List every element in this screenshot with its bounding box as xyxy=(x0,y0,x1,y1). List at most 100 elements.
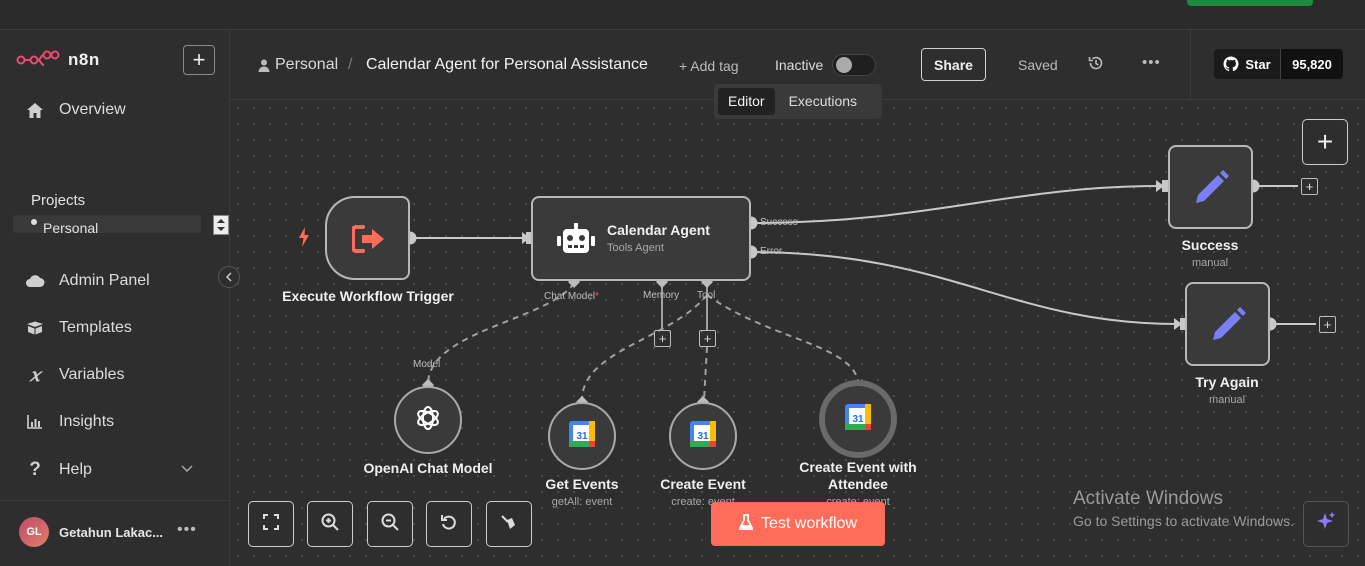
flask-icon xyxy=(738,513,753,535)
add-memory-button[interactable]: + xyxy=(654,330,671,347)
variable-icon: 𝑥 xyxy=(29,364,41,386)
sparkle-icon xyxy=(1315,511,1337,538)
add-after-success-button[interactable]: + xyxy=(1301,178,1318,195)
sidebar-item-label: Variables xyxy=(59,366,125,383)
ai-assistant-button[interactable] xyxy=(1303,501,1349,547)
project-label: Personal xyxy=(43,220,99,233)
node-execute-workflow-trigger[interactable] xyxy=(325,196,410,280)
projects-heading: Projects xyxy=(31,192,86,209)
windows-activation-watermark: Activate Windows Go to Settings to activ… xyxy=(1073,488,1294,529)
svg-text:31: 31 xyxy=(852,414,864,425)
port-memory-label: Memory xyxy=(643,290,680,301)
add-after-try-again-button[interactable]: + xyxy=(1319,316,1336,333)
node-get-events[interactable]: 31 xyxy=(548,402,616,470)
share-button[interactable]: Share xyxy=(921,48,986,81)
fullscreen-icon xyxy=(263,513,279,535)
connection-success xyxy=(750,185,1161,224)
avatar[interactable]: GL xyxy=(19,517,49,547)
sidebar-item-label: Overview xyxy=(59,101,126,118)
port-tool-label: Tool xyxy=(697,290,716,301)
test-workflow-button[interactable]: Test workflow xyxy=(711,502,885,546)
port-chat-model-label: Chat Model* xyxy=(544,291,600,302)
add-tool-button[interactable]: + xyxy=(699,330,716,347)
active-toggle[interactable] xyxy=(832,54,876,76)
add-node-button[interactable]: + xyxy=(1302,119,1348,165)
github-star-label: Star xyxy=(1245,56,1271,72)
github-star-button[interactable]: Star 95,820 xyxy=(1214,49,1343,79)
zoom-in-icon xyxy=(321,513,339,536)
sidebar-item-admin-panel[interactable]: Admin Panel xyxy=(25,271,150,291)
box-icon xyxy=(25,318,45,338)
tab-editor[interactable]: Editor xyxy=(718,88,775,115)
get-events-label: Get Events xyxy=(545,476,619,492)
openai-label: OpenAI Chat Model xyxy=(363,460,493,476)
collapse-sidebar-button[interactable] xyxy=(218,266,240,288)
reset-zoom-button[interactable] xyxy=(426,501,472,547)
more-icon[interactable]: ••• xyxy=(177,521,197,539)
github-star-count: 95,820 xyxy=(1281,49,1343,79)
try-again-label: Try Again xyxy=(1195,374,1259,390)
add-tag-link[interactable]: + Add tag xyxy=(679,58,739,74)
node-success[interactable] xyxy=(1168,145,1253,229)
connection-tool-attendee xyxy=(706,294,859,384)
sidebar: n8n + Overview Projects Personal Admin P… xyxy=(0,30,230,566)
node-create-event-with-attendee[interactable]: 31 xyxy=(819,380,897,458)
connection-tool-create xyxy=(703,346,708,401)
sidebar-item-templates[interactable]: Templates xyxy=(25,318,132,338)
connection-error xyxy=(750,251,1179,325)
editor-tabs: Editor Executions xyxy=(714,84,882,119)
zoom-out-button[interactable] xyxy=(367,501,413,547)
sidebar-item-label: Insights xyxy=(59,413,115,430)
tab-executions[interactable]: Executions xyxy=(779,88,867,115)
saved-status: Saved xyxy=(1018,57,1058,73)
projects-scroll-control[interactable] xyxy=(213,215,229,235)
breadcrumb-owner[interactable]: Personal xyxy=(258,56,338,74)
sidebar-item-overview[interactable]: Overview xyxy=(25,100,126,120)
create-attendee-label-line2: Attendee xyxy=(828,476,888,492)
home-icon xyxy=(25,100,45,120)
try-again-sub: manual xyxy=(1208,394,1246,406)
google-calendar-icon: 31 xyxy=(690,420,716,452)
google-calendar-icon: 31 xyxy=(845,403,871,435)
sidebar-item-label: Admin Panel xyxy=(59,272,150,289)
chart-icon xyxy=(25,412,45,432)
workflow-name[interactable]: Calendar Agent for Personal Assistance xyxy=(366,56,648,74)
success-sub: manual xyxy=(1191,257,1229,269)
sidebar-item-help[interactable]: ? Help xyxy=(25,459,193,480)
node-try-again[interactable] xyxy=(1185,282,1270,366)
header-divider xyxy=(1190,30,1191,100)
history-icon[interactable] xyxy=(1088,55,1104,76)
help-icon: ? xyxy=(29,459,41,480)
owner-label: Personal xyxy=(275,56,339,73)
create-button[interactable]: + xyxy=(183,45,215,75)
n8n-logo[interactable]: n8n xyxy=(16,50,100,70)
fit-view-button[interactable] xyxy=(248,501,294,547)
undo-icon xyxy=(440,513,458,536)
browser-top-strip xyxy=(0,0,1365,30)
zoom-out-icon xyxy=(381,513,399,536)
node-calendar-agent[interactable]: Calendar Agent Tools Agent xyxy=(531,196,751,281)
lightning-icon xyxy=(298,227,310,252)
more-options-icon[interactable]: ••• xyxy=(1142,54,1161,71)
tidy-up-button[interactable] xyxy=(486,501,532,547)
sidebar-item-variables[interactable]: 𝑥 Variables xyxy=(25,364,125,386)
agent-subtitle: Tools Agent xyxy=(607,242,664,254)
trigger-label: Execute Workflow Trigger xyxy=(282,288,454,304)
connection-tool-get xyxy=(581,294,708,401)
node-create-event[interactable]: 31 xyxy=(669,402,737,470)
upgrade-button-edge[interactable] xyxy=(1187,0,1313,6)
n8n-logo-icon xyxy=(16,50,60,66)
workflow-canvas[interactable]: Execute Workflow Trigger Calendar Agent … xyxy=(230,100,1365,566)
sidebar-item-label: Templates xyxy=(59,319,132,336)
chevron-down-icon xyxy=(181,460,193,478)
active-status-label: Inactive xyxy=(775,57,824,73)
user-name: Getahun Lakac... xyxy=(59,525,164,540)
get-events-sub: getAll: event xyxy=(551,496,613,508)
node-openai-chat-model[interactable] xyxy=(394,386,462,454)
port-success-label: Success xyxy=(760,217,798,228)
sidebar-item-personal-project[interactable]: Personal xyxy=(13,215,201,233)
user-area: GL Getahun Lakac... ••• xyxy=(0,500,230,566)
pencil-icon xyxy=(1192,169,1230,212)
sidebar-item-insights[interactable]: Insights xyxy=(25,412,114,432)
zoom-in-button[interactable] xyxy=(307,501,353,547)
